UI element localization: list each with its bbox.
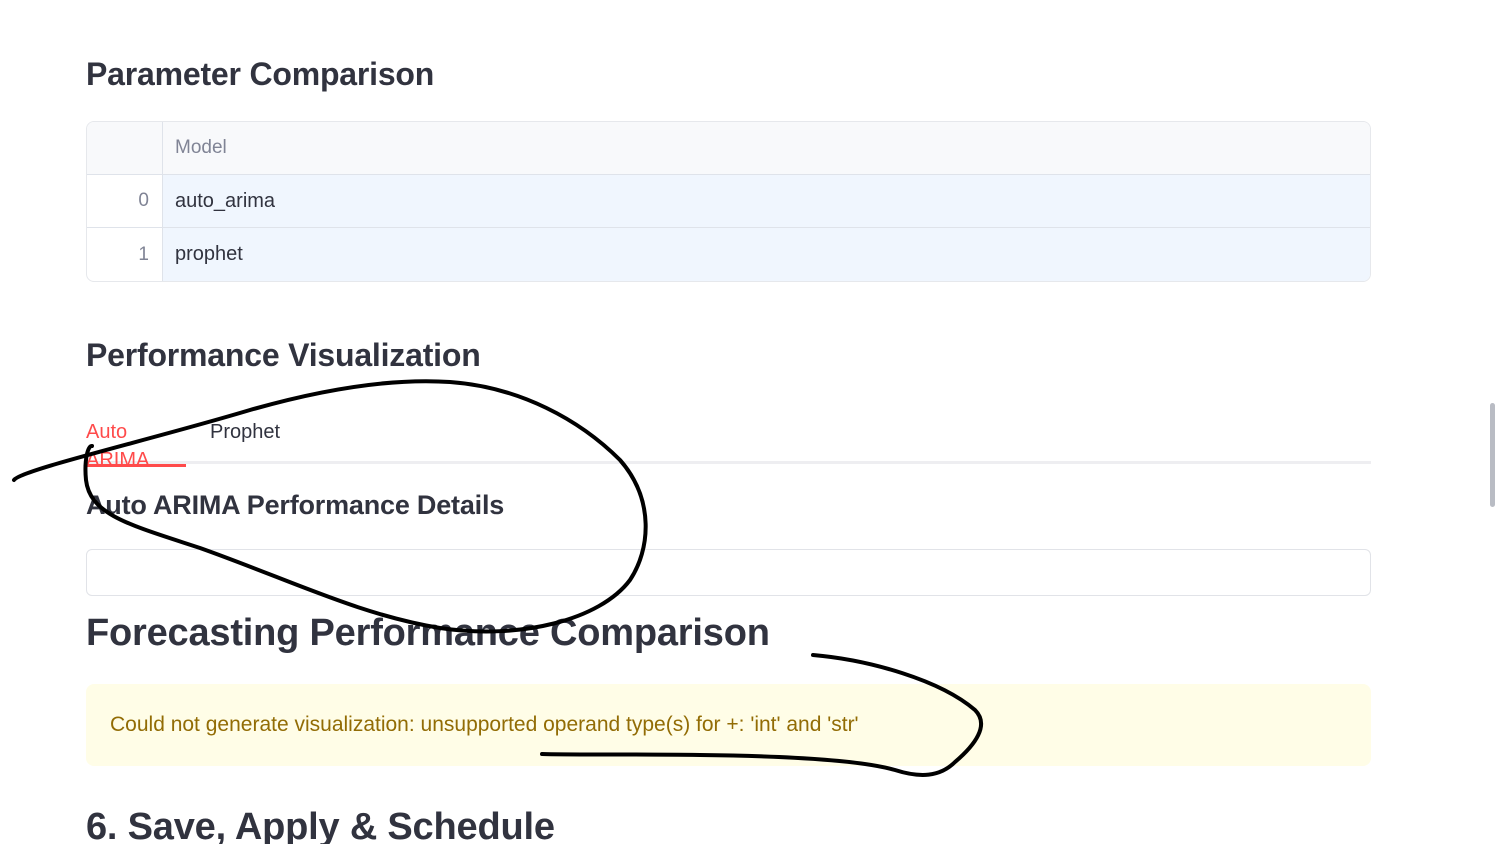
warning-alert: Could not generate visualization: unsupp…	[86, 684, 1371, 766]
model-tabs: Auto ARIMA Prophet	[86, 418, 1371, 471]
warning-message: Could not generate visualization: unsupp…	[110, 713, 859, 736]
table-row[interactable]: 1 prophet	[87, 228, 1370, 281]
model-column-header[interactable]: Model	[163, 122, 1370, 174]
row-index: 1	[87, 228, 163, 281]
row-index: 0	[87, 175, 163, 227]
app-page: Parameter Comparison Model 0 auto_arima …	[0, 0, 1498, 844]
details-container	[86, 549, 1371, 596]
save-apply-schedule-heading: 6. Save, Apply & Schedule	[86, 806, 555, 844]
forecasting-comparison-heading: Forecasting Performance Comparison	[86, 612, 770, 654]
performance-visualization-heading: Performance Visualization	[86, 337, 481, 373]
parameter-table[interactable]: Model 0 auto_arima 1 prophet	[86, 121, 1371, 282]
table-header-row: Model	[87, 122, 1370, 175]
model-cell[interactable]: auto_arima	[163, 175, 1370, 227]
page-scrollbar[interactable]	[1490, 403, 1495, 507]
details-heading: Auto ARIMA Performance Details	[86, 490, 505, 520]
index-header-cell	[87, 122, 163, 174]
tab-prophet[interactable]: Prophet	[210, 418, 280, 464]
parameter-comparison-heading: Parameter Comparison	[86, 56, 435, 92]
model-cell[interactable]: prophet	[163, 228, 1370, 281]
tab-auto-arima[interactable]: Auto ARIMA	[86, 418, 186, 471]
table-row[interactable]: 0 auto_arima	[87, 175, 1370, 228]
